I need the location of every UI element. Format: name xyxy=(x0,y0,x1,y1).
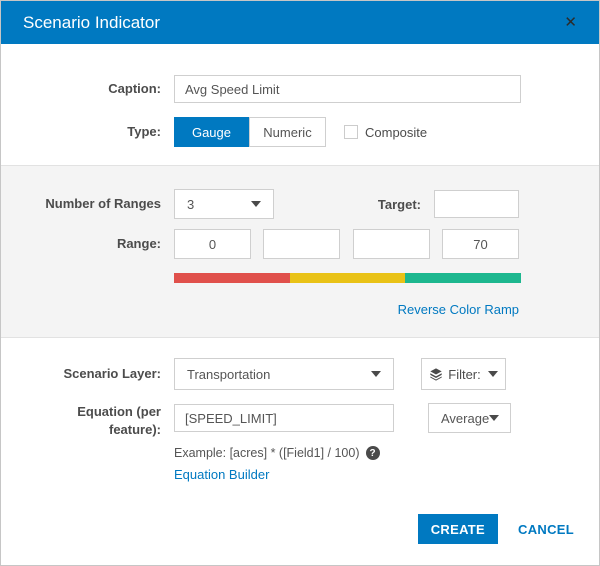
range-inputs xyxy=(174,229,519,259)
caret-down-icon xyxy=(488,371,498,377)
range-input-3[interactable] xyxy=(353,229,430,259)
range-input-2[interactable] xyxy=(263,229,340,259)
type-label: Type: xyxy=(1,123,161,141)
general-section: Caption: Type: Gauge Numeric Composite xyxy=(1,44,599,147)
layer-equation-section: Scenario Layer: Transportation Filter: E… xyxy=(1,338,599,484)
target-input[interactable] xyxy=(434,190,519,218)
scenario-indicator-dialog: Scenario Indicator ✕ Caption: Type: Gaug… xyxy=(0,0,600,566)
type-row: Type: Gauge Numeric Composite xyxy=(1,117,599,147)
reverse-ramp-row: Reverse Color Ramp xyxy=(1,301,599,319)
close-icon[interactable]: ✕ xyxy=(564,15,577,30)
type-option-numeric[interactable]: Numeric xyxy=(249,117,326,147)
composite-checkbox-group: Composite xyxy=(344,125,427,140)
reverse-color-ramp-link[interactable]: Reverse Color Ramp xyxy=(398,302,519,317)
aggregate-dropdown[interactable]: Average xyxy=(428,403,511,433)
equation-builder-row: Equation Builder xyxy=(174,466,599,484)
color-ramp-segment-yellow xyxy=(290,273,406,283)
type-option-gauge[interactable]: Gauge xyxy=(174,117,249,147)
equation-example-text: Example: [acres] * ([Field1] / 100) xyxy=(174,446,360,460)
dialog-footer: CREATE CANCEL xyxy=(418,514,574,544)
equation-input[interactable] xyxy=(174,404,394,432)
scenario-layer-label: Scenario Layer: xyxy=(1,365,161,383)
caption-input[interactable] xyxy=(174,75,521,103)
caption-label: Caption: xyxy=(1,80,161,98)
equation-builder-link[interactable]: Equation Builder xyxy=(174,467,269,482)
equation-label: Equation (per feature): xyxy=(1,403,161,439)
dialog-title: Scenario Indicator xyxy=(23,13,160,33)
range-input-1[interactable] xyxy=(174,229,251,259)
range-input-4[interactable] xyxy=(442,229,519,259)
create-button[interactable]: CREATE xyxy=(418,514,498,544)
color-ramp xyxy=(174,273,521,283)
composite-label: Composite xyxy=(365,125,427,140)
composite-checkbox[interactable] xyxy=(344,125,358,139)
caption-row: Caption: xyxy=(1,75,599,103)
scenario-layer-row: Scenario Layer: Transportation Filter: xyxy=(1,358,599,390)
filter-label: Filter: xyxy=(448,367,481,382)
number-of-ranges-row: Number of Ranges 3 Target: xyxy=(1,189,599,219)
dialog-header: Scenario Indicator ✕ xyxy=(1,1,599,44)
cancel-button[interactable]: CANCEL xyxy=(518,522,574,537)
color-ramp-segment-green xyxy=(405,273,521,283)
caret-down-icon xyxy=(489,415,499,421)
equation-fields: Average xyxy=(161,403,511,433)
scenario-layer-value: Transportation xyxy=(187,367,270,382)
equation-example-row: Example: [acres] * ([Field1] / 100) ? xyxy=(174,446,599,460)
range-row: Range: xyxy=(1,229,599,259)
caret-down-icon xyxy=(251,201,261,207)
scenario-layer-dropdown[interactable]: Transportation xyxy=(174,358,394,390)
filter-button[interactable]: Filter: xyxy=(421,358,506,390)
equation-row: Equation (per feature): Average xyxy=(1,403,599,439)
number-of-ranges-label: Number of Ranges xyxy=(1,195,161,213)
type-segmented-control: Gauge Numeric xyxy=(174,117,326,147)
ranges-section: Number of Ranges 3 Target: Range: xyxy=(1,165,599,338)
equation-input-row: Average xyxy=(161,403,511,433)
range-label: Range: xyxy=(1,235,161,253)
caret-down-icon xyxy=(371,371,381,377)
layers-icon xyxy=(429,367,443,381)
aggregate-value: Average xyxy=(441,411,489,426)
color-ramp-segment-red xyxy=(174,273,290,283)
target-label: Target: xyxy=(378,197,421,212)
help-icon[interactable]: ? xyxy=(366,446,380,460)
number-of-ranges-dropdown[interactable]: 3 xyxy=(174,189,274,219)
number-of-ranges-value: 3 xyxy=(187,197,194,212)
target-group: Target: xyxy=(378,190,519,218)
